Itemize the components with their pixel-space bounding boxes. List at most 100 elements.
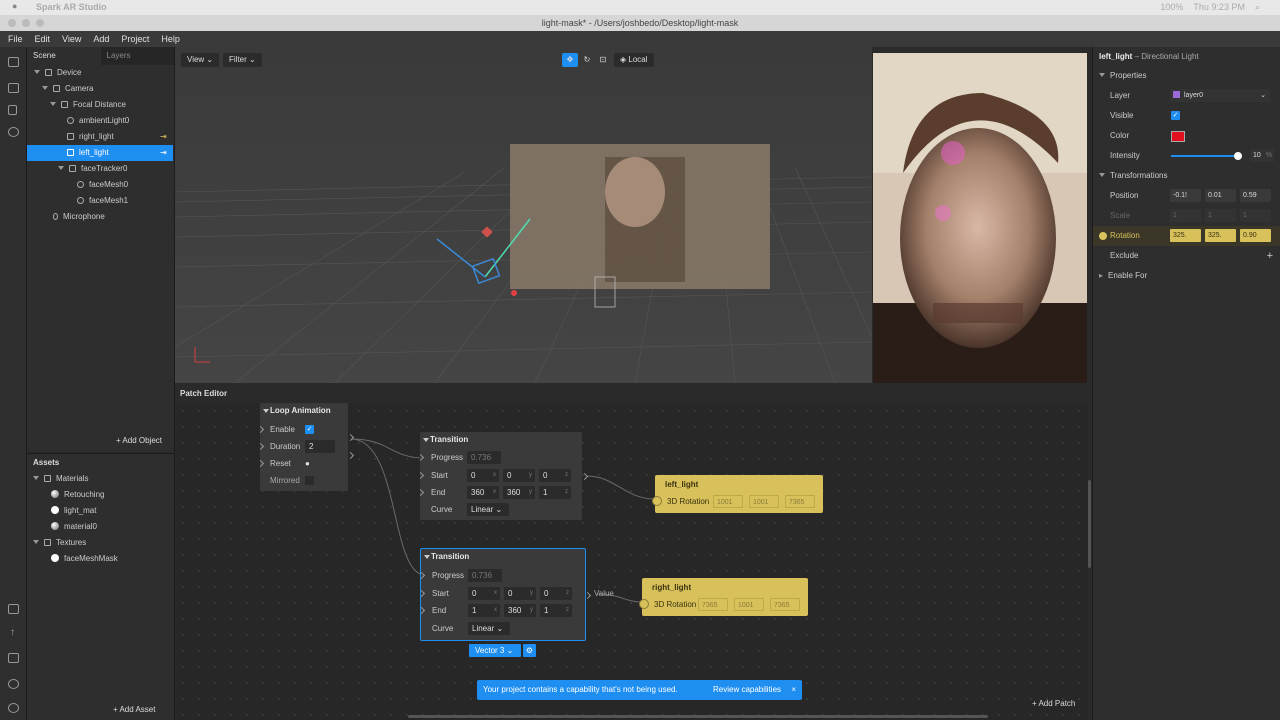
close-window-button[interactable] xyxy=(8,19,16,27)
close-icon[interactable]: × xyxy=(791,680,796,700)
color-swatch[interactable] xyxy=(1171,131,1185,142)
patch-link-icon[interactable] xyxy=(1099,232,1107,240)
face-mesh-icon xyxy=(77,197,84,204)
start-y-field[interactable]: 0y xyxy=(504,587,536,600)
asset-folder-textures[interactable]: Textures xyxy=(33,535,179,551)
rotation-y-field[interactable]: 1001 xyxy=(749,495,779,508)
end-z-field[interactable]: 1z xyxy=(539,486,571,499)
tab-scene[interactable]: Scene xyxy=(27,47,101,65)
reset-button[interactable]: ● xyxy=(305,455,310,472)
upload-icon[interactable]: ↑ xyxy=(10,627,21,638)
tree-item-device[interactable]: Device xyxy=(34,65,180,81)
apple-icon[interactable]: ● xyxy=(12,1,17,11)
rotation-x-field[interactable]: 7365 xyxy=(698,598,728,611)
add-exclude-button[interactable]: + xyxy=(1267,246,1273,266)
rotation-y-field[interactable]: 1001 xyxy=(734,598,764,611)
patch-horizontal-scrollbar[interactable] xyxy=(408,715,988,718)
move-tool-icon[interactable]: ✥ xyxy=(562,53,578,67)
start-z-field[interactable]: 0z xyxy=(539,469,571,482)
add-patch-button[interactable]: + Add Patch xyxy=(1032,699,1075,708)
enable-for-section[interactable]: ▸ Enable For xyxy=(1093,266,1280,286)
tree-item-camera[interactable]: Camera xyxy=(42,81,188,97)
search-icon[interactable]: ⌕ xyxy=(1255,2,1260,13)
local-toggle[interactable]: ◈ Local xyxy=(614,53,654,67)
end-z-field[interactable]: 1z xyxy=(540,604,572,617)
add-object-button[interactable]: + Add Object xyxy=(116,436,162,445)
transition-patch-1[interactable]: Transition Progress 0.736 Start 0x 0y 0z… xyxy=(416,432,589,520)
help-icon[interactable] xyxy=(8,703,19,713)
menu-edit[interactable]: Edit xyxy=(35,34,51,44)
gear-icon[interactable]: ⚙ xyxy=(523,644,536,657)
rotation-z-field[interactable]: 7365 xyxy=(785,495,815,508)
properties-section[interactable]: Properties xyxy=(1093,66,1280,86)
input-pin[interactable] xyxy=(417,589,426,598)
review-capabilities-link[interactable]: Review capabilities xyxy=(713,680,781,700)
end-y-field[interactable]: 360 y xyxy=(503,486,535,499)
start-x-field[interactable]: 0x xyxy=(468,587,500,600)
settings-icon[interactable] xyxy=(8,679,19,689)
rotation-x-field[interactable]: 325. xyxy=(1170,229,1201,242)
visible-row: Visible ✓ xyxy=(1110,111,1180,120)
right-light-patch[interactable]: right_light 3D Rotation 7365 1001 7365 xyxy=(639,578,808,616)
rotation-y-field[interactable]: 325. xyxy=(1205,229,1236,242)
curve-dropdown[interactable]: Linear ⌄ xyxy=(467,503,509,516)
mirrored-checkbox[interactable] xyxy=(305,476,314,485)
patch-editor-canvas[interactable]: Loop Animation Enable ✓ Duration 2 Reset… xyxy=(175,403,1088,720)
send-icon[interactable] xyxy=(8,604,19,614)
start-y-field[interactable]: 0y xyxy=(503,469,535,482)
tree-item-left-light[interactable]: left_light ⇥ xyxy=(27,145,173,161)
refresh-icon[interactable] xyxy=(8,127,19,137)
intensity-field[interactable]: 10% xyxy=(1250,149,1274,162)
input-pin[interactable] xyxy=(417,571,426,580)
input-port[interactable] xyxy=(639,599,649,609)
duration-field[interactable]: 2 xyxy=(305,440,335,453)
filter-dropdown[interactable]: Filter ⌄ xyxy=(223,53,262,67)
patch-vertical-scrollbar[interactable] xyxy=(1088,480,1091,568)
position-z-field[interactable]: 0.59 xyxy=(1240,189,1271,202)
end-x-field[interactable]: 360 x xyxy=(467,486,499,499)
transformations-section[interactable]: Transformations xyxy=(1093,166,1280,186)
menu-help[interactable]: Help xyxy=(161,34,180,44)
menu-project[interactable]: Project xyxy=(121,34,149,44)
zoom-window-button[interactable] xyxy=(36,19,44,27)
intensity-slider-handle[interactable] xyxy=(1233,152,1242,160)
folder-icon[interactable] xyxy=(8,653,19,663)
window-title: light-mask* - /Users/joshbedo/Desktop/li… xyxy=(541,18,739,28)
start-x-field[interactable]: 0x xyxy=(467,469,499,482)
menu-view[interactable]: View xyxy=(62,34,81,44)
scene-viewport[interactable]: View ⌄ Filter ⌄ ✥ ↻ ⊡ ◈ Local xyxy=(175,47,872,383)
menu-add[interactable]: Add xyxy=(93,34,109,44)
rotation-z-field[interactable]: 7365 xyxy=(770,598,800,611)
layer-dropdown[interactable]: layer0 ⌄ xyxy=(1170,89,1270,102)
vector3-type-dropdown[interactable]: Vector 3 ⌄ xyxy=(469,644,521,657)
scene-icon[interactable] xyxy=(8,57,19,67)
visible-checkbox[interactable]: ✓ xyxy=(1171,111,1180,120)
transition-patch-2[interactable]: Transition Progress 0.736 Start 0x 0y 0z… xyxy=(417,548,592,641)
input-pin[interactable] xyxy=(417,606,426,615)
rotation-z-field[interactable]: 0.90 xyxy=(1240,229,1271,242)
scale-tool-icon[interactable]: ⊡ xyxy=(596,53,610,67)
camera-icon[interactable] xyxy=(8,83,19,93)
add-asset-button[interactable]: + Add Asset xyxy=(113,705,155,714)
rotation-x-field[interactable]: 1001 xyxy=(713,495,743,508)
left-light-patch[interactable]: left_light 3D Rotation 1001 1001 7365 xyxy=(652,475,823,513)
position-x-field[interactable]: -0.1! xyxy=(1170,189,1201,202)
loop-animation-patch[interactable]: Loop Animation Enable ✓ Duration 2 Reset… xyxy=(256,403,355,491)
start-z-field[interactable]: 0z xyxy=(540,587,572,600)
input-port[interactable] xyxy=(652,496,662,506)
end-x-field[interactable]: 1x xyxy=(468,604,500,617)
device-icon[interactable] xyxy=(8,105,17,115)
position-y-field[interactable]: 0.01 xyxy=(1205,189,1236,202)
view-dropdown[interactable]: View ⌄ xyxy=(181,53,220,67)
curve-dropdown[interactable]: Linear ⌄ xyxy=(468,622,510,635)
end-y-field[interactable]: 360 y xyxy=(504,604,536,617)
rotate-tool-icon[interactable]: ↻ xyxy=(580,53,594,67)
asset-folder-materials[interactable]: Materials xyxy=(33,471,179,487)
tab-layers[interactable]: Layers xyxy=(101,47,175,65)
enable-row: Enable ✓ xyxy=(256,421,348,438)
intensity-slider-track[interactable] xyxy=(1171,152,1242,160)
menu-file[interactable]: File xyxy=(8,34,23,44)
minimize-window-button[interactable] xyxy=(22,19,30,27)
loop-animation-title: Loop Animation xyxy=(260,403,348,419)
enable-checkbox[interactable]: ✓ xyxy=(305,425,314,434)
